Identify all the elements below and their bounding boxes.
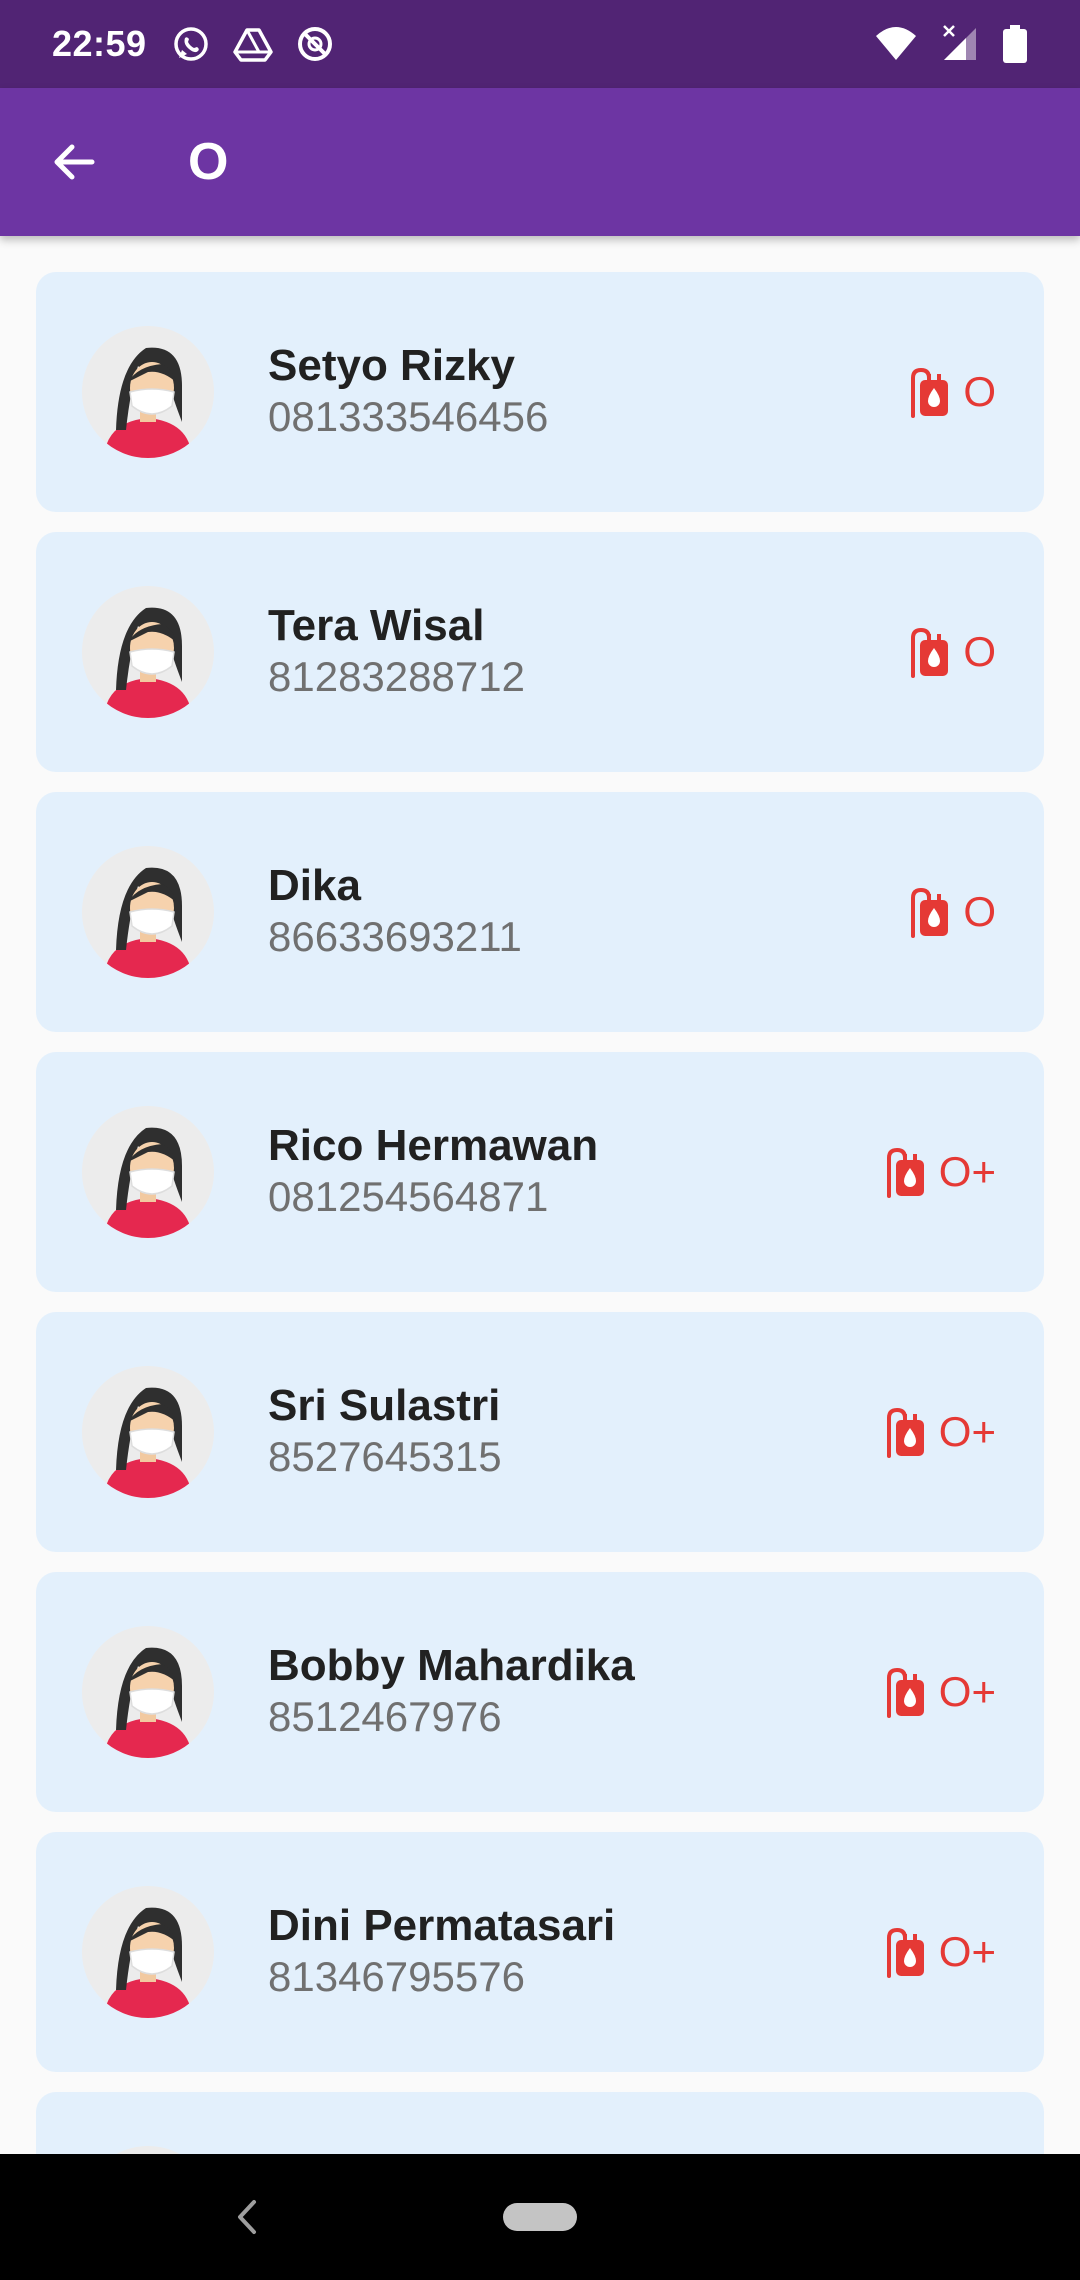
donor-info: Rico Hermawan 081254564871	[268, 1120, 598, 1222]
blood-type-label: O+	[938, 1928, 996, 1975]
blood-type-badge: O	[903, 622, 996, 682]
donor-card[interactable]: Sri Sulastri 8527645315 O+	[36, 1312, 1044, 1552]
blood-bag-icon	[911, 627, 949, 678]
donor-name: Sri Sulastri	[268, 1381, 501, 1430]
donor-info: Dika 86633693211	[268, 860, 522, 962]
blood-type-label: O	[963, 368, 996, 415]
blood-type-badge: O+	[879, 1142, 996, 1202]
blood-type-badge: O+	[879, 1922, 996, 1982]
avatar	[82, 1626, 214, 1758]
donor-phone: 86633693211	[268, 913, 522, 960]
donor-info: Sri Sulastri 8527645315	[268, 1380, 502, 1482]
donor-card[interactable]: Setyo Rizky 081333546456 O	[36, 272, 1044, 512]
whatsapp-icon	[173, 27, 208, 61]
drive-icon	[232, 28, 273, 62]
battery-icon	[1003, 25, 1027, 63]
avatar	[82, 1366, 214, 1498]
donor-info: Setyo Rizky 081333546456	[268, 340, 548, 442]
blood-type-badge: O+	[879, 1402, 996, 1462]
donor-card[interactable]: Tera Wisal 81283288712 O	[36, 532, 1044, 772]
back-button[interactable]	[0, 88, 148, 236]
avatar	[82, 586, 214, 718]
avatar-icon	[82, 1106, 214, 1238]
system-icons	[874, 24, 1028, 64]
app-bar: O	[0, 88, 1080, 236]
blood-type-badge: O	[903, 362, 996, 422]
donor-name: Bobby Mahardika	[268, 1641, 635, 1690]
donor-phone: 081254564871	[268, 1173, 549, 1220]
nav-home-pill-icon[interactable]	[503, 2203, 577, 2231]
donor-name: Rico Hermawan	[268, 1121, 599, 1170]
donor-card[interactable]: Rico Hermawan 081254564871 O+	[36, 1052, 1044, 1292]
blood-bag-icon	[886, 1667, 924, 1718]
blood-type-label: O+	[938, 1668, 996, 1715]
blood-bag-icon	[886, 1927, 924, 1978]
donor-list[interactable]: Setyo Rizky 081333546456 O Tera Wisal 812832…	[0, 236, 1080, 2154]
avatar-icon	[116, 2146, 180, 2154]
sync-disabled-icon	[297, 27, 332, 61]
avatar-icon	[82, 1626, 214, 1758]
donor-card[interactable]: Dika 86633693211 O	[36, 792, 1044, 1032]
blood-bag-icon	[886, 1147, 924, 1198]
donor-card[interactable]: Dini Permatasari 81346795576 O+	[36, 1832, 1044, 2072]
avatar-icon	[82, 326, 214, 458]
donor-phone: 081333546456	[268, 393, 549, 440]
donor-phone: 81283288712	[268, 653, 525, 700]
blood-type-badge: O+	[879, 1662, 996, 1722]
donor-phone: 8512467976	[268, 1693, 502, 1740]
blood-bag-icon	[911, 367, 949, 418]
avatar	[82, 326, 214, 458]
donor-card[interactable]: Bobby Mahardika 8512467976 O+	[36, 1572, 1044, 1812]
donor-info: Dini Permatasari 81346795576	[268, 1900, 615, 2002]
navigation-bar	[0, 2154, 1080, 2280]
avatar-icon	[82, 846, 214, 978]
avatar	[82, 1106, 214, 1238]
donor-name: Dika	[268, 861, 361, 910]
nav-back-icon[interactable]	[228, 2194, 268, 2240]
donor-name: Tera Wisal	[268, 601, 485, 650]
donor-phone: 8527645315	[268, 1433, 502, 1480]
donor-name: Dini Permatasari	[268, 1901, 616, 1950]
status-time: 22:59	[52, 23, 147, 64]
avatar	[82, 846, 214, 978]
blood-type-label: O+	[938, 1408, 996, 1455]
blood-bag-icon	[911, 887, 949, 938]
blood-type-badge: O	[903, 882, 996, 942]
donor-phone: 81346795576	[268, 1953, 525, 2000]
page-title: O	[188, 133, 229, 191]
donor-info: Bobby Mahardika 8512467976	[268, 1640, 635, 1742]
blood-type-label: O	[963, 628, 996, 675]
blood-type-label: O+	[938, 1148, 996, 1195]
avatar	[82, 2146, 214, 2154]
status-bar: 22:59	[0, 0, 1080, 88]
wifi-icon	[876, 27, 916, 60]
donor-card[interactable]	[36, 2092, 1044, 2154]
avatar-icon	[82, 1366, 214, 1498]
avatar-icon	[82, 1886, 214, 2018]
notification-icons	[171, 24, 335, 64]
avatar-icon	[82, 586, 214, 718]
donor-name: Setyo Rizky	[268, 341, 515, 390]
signal-icon	[943, 25, 976, 60]
blood-bag-icon	[886, 1407, 924, 1458]
donor-info: Tera Wisal 81283288712	[268, 600, 525, 702]
avatar	[82, 1886, 214, 2018]
blood-type-label: O	[963, 888, 996, 935]
arrow-back-icon	[54, 144, 95, 180]
